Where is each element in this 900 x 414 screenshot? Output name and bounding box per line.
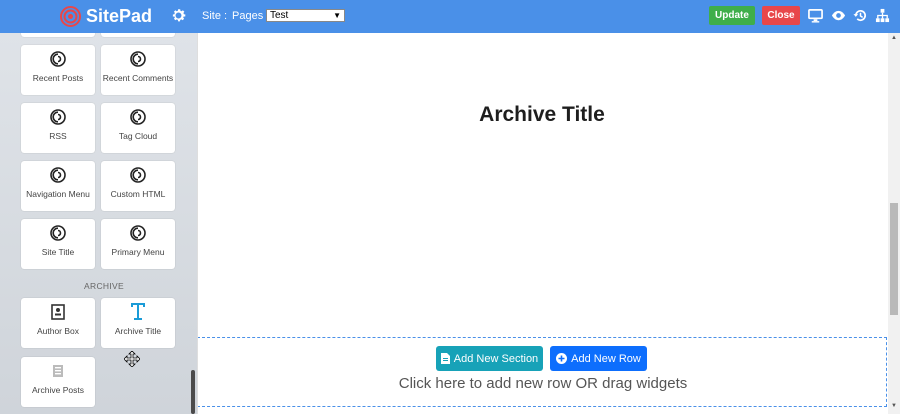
history-icon[interactable] [853,8,868,23]
page-canvas: Archive Title Add New Section Add New Ro… [197,33,888,414]
pages-label: Pages : [232,10,270,22]
add-new-section-label: Add New Section [453,352,539,365]
drop-hint-text: Click here to add new row OR drag widget… [398,375,688,392]
desktop-icon[interactable] [808,8,823,23]
chevron-down-icon: ▼ [333,11,341,20]
widget-tag-cloud[interactable]: Tag Cloud [101,103,175,153]
wordpress-icon [50,167,66,183]
widget-label: Custom HTML [110,189,166,199]
archive-section-title: ARCHIVE [84,281,124,291]
add-new-row-button[interactable]: Add New Row [550,346,647,371]
widget-partial[interactable] [21,33,95,37]
close-button[interactable]: Close [762,6,800,25]
sitemap-icon[interactable] [875,8,890,23]
add-new-row-label: Add New Row [571,352,641,365]
scroll-up-icon[interactable]: ▲ [891,35,897,41]
title-t-icon [131,303,145,320]
widget-label: Archive Title [114,326,162,336]
widget-label: Author Box [36,326,80,336]
sidebar-scrollbar[interactable] [191,370,195,414]
widget-author-box[interactable]: Author Box [21,298,95,348]
archive-title-heading[interactable]: Archive Title [197,103,887,127]
widget-site-title[interactable]: Site Title [21,219,95,269]
brand: SitePad [0,0,197,33]
add-row-dropzone[interactable]: Add New Section Add New Row Click here t… [197,337,887,407]
wordpress-icon [50,225,66,241]
update-button[interactable]: Update [709,6,755,25]
spiral-logo-icon [60,6,81,27]
wordpress-icon [50,51,66,67]
canvas-divider [197,33,198,414]
wordpress-icon [130,109,146,125]
move-cursor-icon [124,351,140,367]
add-new-section-button[interactable]: Add New Section [436,346,543,371]
archive-posts-icon [53,365,63,377]
file-icon [440,353,450,364]
widget-label: Tag Cloud [118,131,158,141]
author-box-icon [51,304,65,320]
wordpress-icon [130,51,146,67]
widget-label: Primary Menu [111,247,165,257]
widget-label: Site Title [41,247,75,257]
widget-partial[interactable] [101,33,175,37]
wordpress-icon [130,167,146,183]
page-select[interactable]: Test ▼ [266,9,345,22]
widget-label: RSS [49,131,67,141]
gear-icon[interactable] [170,7,187,24]
widget-sidebar: Recent Posts Recent Comments RSS Tag Cloud N… [0,33,197,414]
top-bar: SitePad Site : Pages : Test ▼ Update Clo… [0,0,900,33]
plus-circle-icon [556,353,568,364]
eye-icon[interactable] [831,8,846,23]
widget-label: Navigation Menu [26,189,90,199]
site-label: Site : [202,10,228,22]
brand-name: SitePad [86,6,153,26]
widget-archive-title[interactable]: Archive Title [101,298,175,348]
widget-label: Recent Posts [32,73,84,83]
widget-primary-menu[interactable]: Primary Menu [101,219,175,269]
wordpress-icon [50,109,66,125]
scrollbar-thumb[interactable] [890,203,898,315]
widget-rss[interactable]: RSS [21,103,95,153]
wordpress-icon [130,225,146,241]
widget-recent-comments[interactable]: Recent Comments [101,45,175,95]
widget-label: Recent Comments [102,73,174,83]
widget-navigation-menu[interactable]: Navigation Menu [21,161,95,211]
canvas-scrollbar[interactable]: ▲ ▼ [888,33,900,414]
widget-recent-posts[interactable]: Recent Posts [21,45,95,95]
widget-archive-posts[interactable]: Archive Posts [21,357,95,407]
scroll-down-icon[interactable]: ▼ [891,403,897,409]
widget-label: Archive Posts [32,385,84,395]
widget-custom-html[interactable]: Custom HTML [101,161,175,211]
page-select-value: Test [270,10,289,21]
